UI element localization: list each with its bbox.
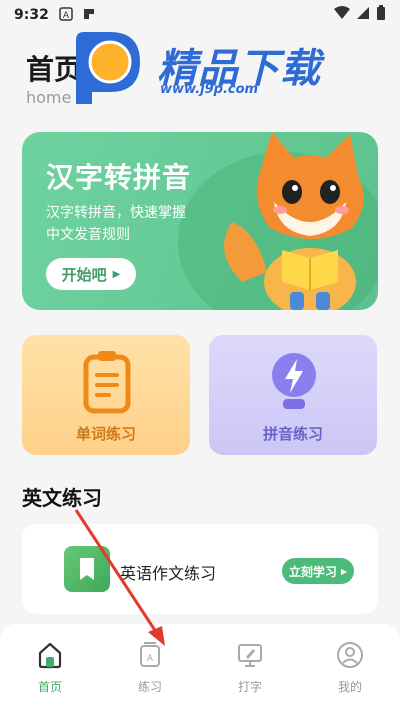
status-time: 9:32 [14,7,49,23]
wifi-icon [334,6,350,24]
watermark: 精品下载 www.j9p.com [62,28,332,108]
profile-icon [337,642,363,668]
tab-practice-label: 练习 [137,680,162,694]
battery-icon [376,5,386,25]
watermark-logo-icon [76,32,140,104]
typing-icon [238,644,262,667]
bookmark-icon [64,546,110,592]
svg-text:A: A [147,654,154,664]
tooltip-cn-icon [81,7,97,24]
banner-title: 汉字转拼音 [46,161,192,194]
study-now-label: 立刻学习 [288,564,337,579]
play-triangle-icon: ▶ [112,268,121,280]
study-now-button[interactable]: 立刻学习 ▶ [282,558,354,584]
practice-book-icon: A [140,642,160,667]
play-triangle-icon: ▶ [340,566,348,576]
signal-icon [356,6,370,24]
start-button-label: 开始吧 [61,265,107,284]
bottom-tab-bar: 首页 A 练习 打字 我的 [0,624,400,712]
tab-typing-label: 打字 [237,680,262,694]
tab-home[interactable]: 首页 [0,624,100,712]
watermark-url: www.j9p.com [160,82,259,97]
tab-home-label: 首页 [37,680,62,694]
start-button[interactable]: 开始吧 ▶ [46,258,136,290]
pinyin-practice-card[interactable]: 拼音练习 [209,335,377,455]
home-icon [38,642,62,669]
list-item[interactable]: 英语作文练习 立刻学习 ▶ [22,524,378,614]
svg-text:A: A [63,11,70,21]
status-bar: 9:32 A [0,0,400,30]
fox-mascot-icon [224,132,364,310]
tab-profile-label: 我的 [337,680,362,694]
word-practice-card[interactable]: 单词练习 [22,335,190,455]
clipboard-icon [83,351,131,414]
tab-profile[interactable]: 我的 [300,624,400,712]
tab-practice[interactable]: A 练习 [100,624,200,712]
english-practice-section-title: 英文练习 [22,486,102,510]
word-practice-label: 单词练习 [75,425,136,443]
list-item-title: 英语作文练习 [120,564,217,583]
tab-typing[interactable]: 打字 [200,624,300,712]
banner-description-line2: 中文发音规则 [46,227,130,243]
pinyin-banner[interactable]: 汉字转拼音 汉字转拼音，快速掌握 中文发音规则 开始吧 ▶ [22,132,378,310]
banner-description-line1: 汉字转拼音，快速掌握 [46,205,186,221]
pinyin-practice-label: 拼音练习 [262,425,323,443]
a-box-icon: A [59,6,73,24]
lightbulb-bolt-icon [272,353,316,409]
